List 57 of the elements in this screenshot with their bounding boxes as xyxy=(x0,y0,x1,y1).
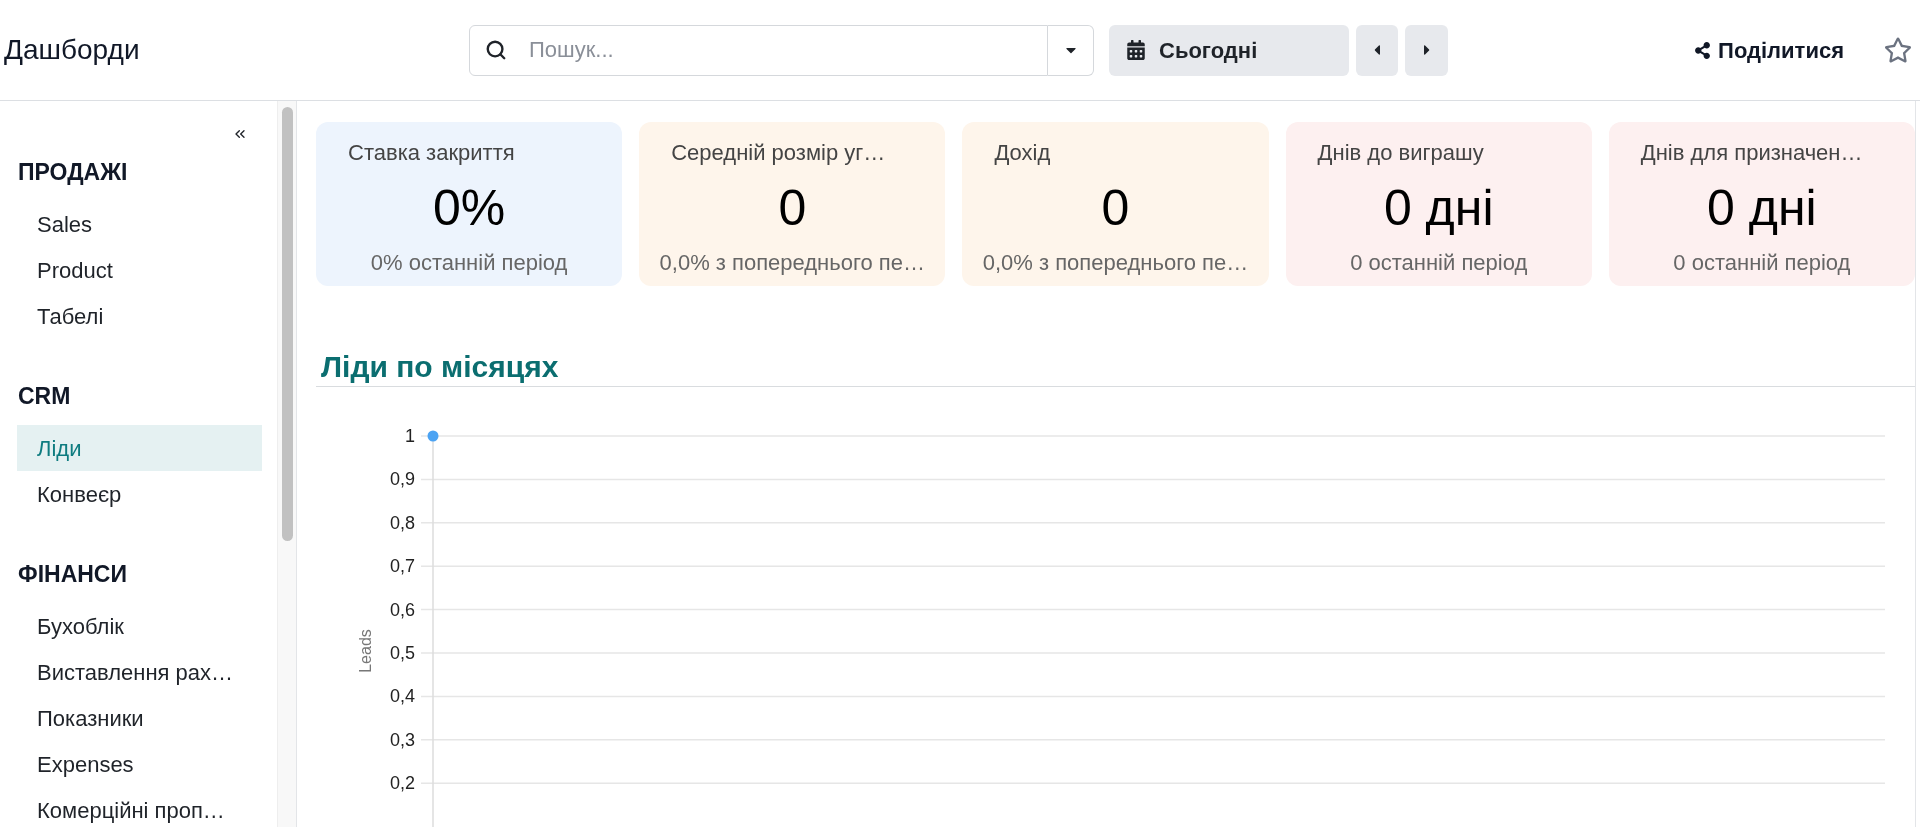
sidebar-item[interactable]: Виставлення рах… xyxy=(17,649,262,695)
y-tick-label: 0,7 xyxy=(389,556,415,577)
kpi-comparison: 0 останній період xyxy=(1672,250,1852,276)
kpi-card[interactable]: Днів до виграшу 0 дні 0 останній період xyxy=(1285,122,1592,286)
dropdown-toggle[interactable] xyxy=(1048,24,1094,76)
data-point xyxy=(427,430,439,442)
y-tick-label: 0,4 xyxy=(389,686,415,707)
kpi-card[interactable]: Дохід 0 0,0% з попереднього пе… xyxy=(962,122,1269,286)
star-icon[interactable] xyxy=(1884,36,1912,64)
share-button[interactable]: Поділитися xyxy=(1694,33,1844,67)
page-title: Дашборди xyxy=(4,33,140,67)
section-heading: ПРОДАЖІ xyxy=(17,158,129,186)
section-title: Ліди по місяцях xyxy=(321,349,559,384)
sidebar-item[interactable]: Показники xyxy=(17,695,262,741)
previous-period-button[interactable] xyxy=(1356,24,1398,76)
y-tick-label: 0,3 xyxy=(389,729,415,750)
y-tick-label: 0,6 xyxy=(389,599,415,620)
date-filter-button[interactable]: Сьогодні xyxy=(1109,24,1349,76)
scrollbar-thumb[interactable] xyxy=(282,107,293,541)
calendar-icon xyxy=(1126,40,1146,60)
sidebar-item[interactable]: Expenses xyxy=(17,741,262,787)
sidebar-item[interactable]: Бухоблік xyxy=(17,603,262,649)
share-icon xyxy=(1694,41,1712,59)
kpi-value: 0 дні xyxy=(1706,182,1818,234)
kpi-card[interactable]: Ставка закриття 0% 0% останній період xyxy=(316,122,623,286)
y-tick-label: 0,2 xyxy=(389,773,415,794)
kpi-comparison: 0,0% з попереднього пе… xyxy=(658,250,926,276)
section-heading: CRM xyxy=(17,382,72,410)
search-icon xyxy=(485,38,507,61)
section-heading: ФІНАНСИ xyxy=(17,560,128,588)
search-field[interactable]: Пошук... xyxy=(469,24,1048,76)
kpi-value: 0 xyxy=(777,182,808,234)
next-period-button[interactable] xyxy=(1405,24,1448,76)
kpi-value: 0 дні xyxy=(1382,182,1495,234)
kpi-title: Середній розмір уг… xyxy=(670,140,887,166)
kpi-title: Ставка закриття xyxy=(347,140,516,166)
sidebar-item[interactable]: Конвеєр xyxy=(17,471,262,517)
kpi-title: Днів до виграшу xyxy=(1316,140,1485,166)
kpi-value: 0% xyxy=(431,182,507,234)
kpi-value: 0 xyxy=(1100,182,1131,234)
y-tick-label: 0,8 xyxy=(389,512,415,533)
kpi-comparison: 0 останній період xyxy=(1349,250,1529,276)
sidebar-item[interactable]: Product xyxy=(17,247,262,293)
kpi-title: Дохід xyxy=(993,140,1052,166)
kpi-card[interactable]: Днів для призначен… 0 дні 0 останній період xyxy=(1608,122,1915,286)
kpi-comparison: 0,0% з попереднього пе… xyxy=(981,250,1250,276)
sidebar-item[interactable]: Табелі xyxy=(17,293,262,339)
y-tick-label: 0,9 xyxy=(389,469,415,490)
kpi-title: Днів для призначен… xyxy=(1639,140,1864,166)
kpi-card[interactable]: Середній розмір уг… 0 0,0% з попереднього пе… xyxy=(639,122,946,286)
sidebar-item[interactable]: Ліди xyxy=(17,425,262,471)
y-axis-title: Leads xyxy=(356,629,374,673)
y-tick-label: 1 xyxy=(405,426,415,446)
kpi-comparison: 0% останній період xyxy=(369,250,569,276)
sidebar-item[interactable]: Комерційні проп… xyxy=(17,787,262,827)
sidebar-item[interactable]: Sales xyxy=(17,201,262,247)
y-tick-label: 0,5 xyxy=(389,643,415,663)
